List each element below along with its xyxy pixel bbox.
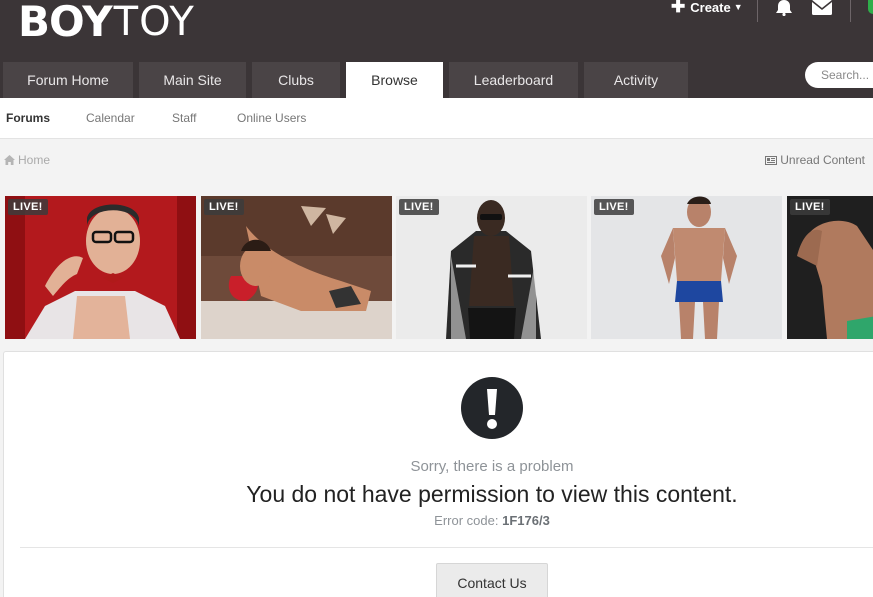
subnav-item-staff[interactable]: Staff (172, 98, 196, 139)
site-header: BOY TOY ✚ Create ▼ Forum Home Main Site Cl… (0, 0, 873, 98)
error-code: Error code: 1F176/3 (4, 513, 873, 528)
subnav-item-online-users[interactable]: Online Users (237, 98, 306, 139)
subnav-item-calendar[interactable]: Calendar (86, 98, 135, 139)
tab-forum-home[interactable]: Forum Home (3, 62, 133, 98)
error-panel: Sorry, there is a problem You do not hav… (3, 351, 873, 597)
unread-content-link[interactable]: Unread Content (765, 153, 865, 167)
tab-activity[interactable]: Activity (584, 62, 688, 98)
header-divider (757, 0, 758, 22)
notifications-bell-icon[interactable] (774, 0, 794, 16)
tab-clubs[interactable]: Clubs (252, 62, 340, 98)
error-code-label: Error code: (434, 513, 499, 528)
site-logo[interactable]: BOY TOY (18, 0, 195, 44)
unread-content-label: Unread Content (780, 153, 865, 167)
exclamation-circle-icon (461, 377, 523, 439)
live-badge: LIVE! (790, 199, 830, 215)
tab-leaderboard[interactable]: Leaderboard (449, 62, 578, 98)
live-cam-thumbnail[interactable]: LIVE! (201, 196, 392, 339)
search-box[interactable] (805, 62, 873, 88)
logo-text-boy: BOY (18, 0, 113, 46)
messages-envelope-icon[interactable] (811, 0, 833, 16)
header-divider (850, 0, 851, 22)
secondary-navigation: Forums Calendar Staff Online Users (0, 98, 873, 139)
cam-image (396, 196, 587, 339)
cam-image (201, 196, 392, 339)
live-cams-strip: LIVE! LIVE! LIVE! LIVE! LIVE! (5, 196, 873, 339)
live-badge: LIVE! (399, 199, 439, 215)
newspaper-icon (765, 155, 778, 165)
tab-browse[interactable]: Browse (346, 62, 443, 98)
search-input[interactable] (821, 62, 873, 88)
live-cam-thumbnail[interactable]: LIVE! (5, 196, 196, 339)
cam-image (5, 196, 196, 339)
breadcrumb[interactable]: Home (4, 153, 50, 167)
error-message: You do not have permission to view this … (246, 481, 738, 507)
live-badge: LIVE! (594, 199, 634, 215)
main-navigation-tabs: Forum Home Main Site Clubs Browse Leaderboar… (3, 62, 694, 98)
create-menu-button[interactable]: ✚ Create ▼ (671, 0, 743, 16)
breadcrumb-home-label: Home (18, 153, 51, 167)
live-badge: LIVE! (8, 199, 48, 215)
error-code-value: 1F176/3 (502, 513, 550, 528)
caret-down-icon: ▼ (733, 2, 743, 12)
home-icon (4, 155, 15, 165)
cam-image (787, 196, 873, 339)
live-cam-thumbnail[interactable]: LIVE! (591, 196, 782, 339)
contact-us-button[interactable]: Contact Us (436, 563, 548, 597)
plus-icon: ✚ (671, 0, 686, 16)
tab-main-site[interactable]: Main Site (139, 62, 246, 98)
live-cam-thumbnail[interactable]: LIVE! (787, 196, 873, 339)
live-badge: LIVE! (204, 199, 244, 215)
subnav-item-forums[interactable]: Forums (6, 98, 50, 139)
cam-image (591, 196, 782, 339)
live-cam-thumbnail[interactable]: LIVE! (396, 196, 587, 339)
logo-text-toy: TOY (113, 0, 195, 45)
error-title: Sorry, there is a problem (410, 458, 574, 475)
divider (20, 547, 873, 548)
online-status-dot (868, 0, 873, 14)
create-label: Create (690, 0, 731, 15)
